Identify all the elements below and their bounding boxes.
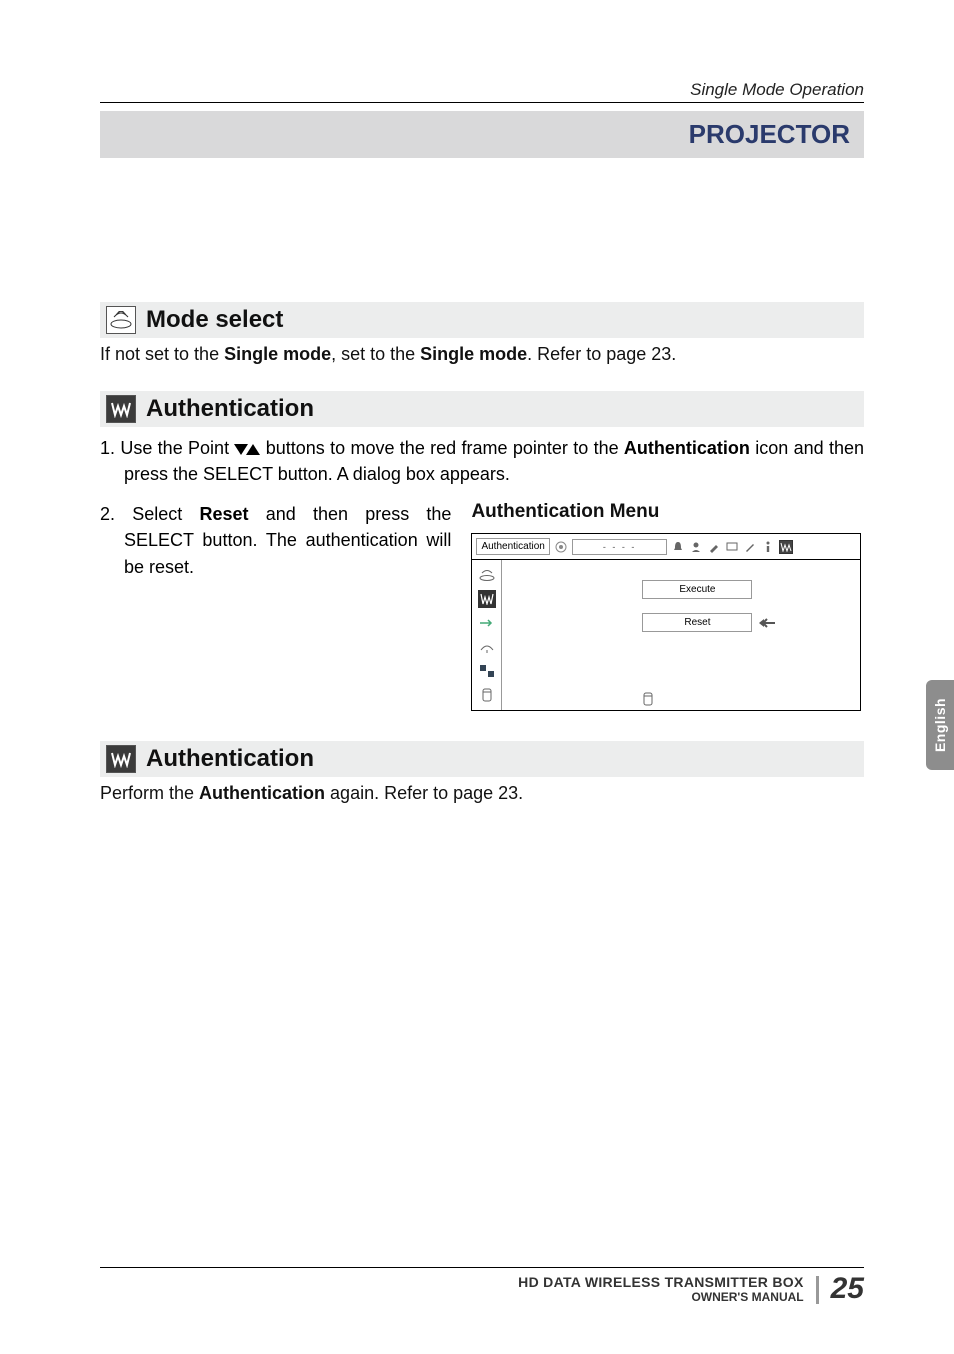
section-authentication-2: Authentication <box>100 741 864 777</box>
mode-select-icon <box>106 306 136 334</box>
screen-icon <box>725 540 739 554</box>
language-tab-label: English <box>932 698 948 752</box>
page-title-bar: PROJECTOR <box>100 111 864 158</box>
side-dish-icon <box>478 638 496 656</box>
mode-select-text: If not set to the Single mode, set to th… <box>100 342 864 367</box>
w-small-icon <box>779 540 793 554</box>
authentication-2-text: Perform the Authentication again. Refer … <box>100 781 864 806</box>
reset-button[interactable]: Reset <box>642 613 752 632</box>
auth-menu-heading: Authentication Menu <box>471 501 864 523</box>
side-arrow-icon <box>478 614 496 632</box>
authentication-1-title: Authentication <box>146 395 314 423</box>
side-w-icon <box>478 590 496 608</box>
signal-icon <box>554 540 568 554</box>
pen-icon <box>743 540 757 554</box>
side-quit-icon <box>478 686 496 704</box>
language-tab: English <box>926 680 954 770</box>
user-icon <box>689 540 703 554</box>
side-mode-icon <box>478 566 496 584</box>
execute-button[interactable]: Execute <box>642 580 752 599</box>
auth-menu-screenshot: Authentication - - - - <box>471 533 861 711</box>
bell-icon <box>671 540 685 554</box>
auth-menu-sidebar <box>472 560 502 710</box>
section-authentication-1: Authentication <box>100 391 864 427</box>
w-icon <box>106 395 136 423</box>
footer-manual: OWNER'S MANUAL <box>691 1290 803 1304</box>
quit-small-icon <box>642 692 656 706</box>
auth-menu-topbar: Authentication - - - - <box>472 534 860 560</box>
footer: HD DATA WIRELESS TRANSMITTER BOX OWNER'S… <box>100 1267 864 1304</box>
page-number: 25 <box>831 1274 864 1304</box>
pointer-left-icon <box>758 616 776 630</box>
auth-step-2: 2. Select Reset and then press the SELEC… <box>100 501 451 579</box>
w-icon-2 <box>106 745 136 773</box>
auth-menu-topbar-label: Authentication <box>476 538 549 555</box>
section-mode-select: Mode select <box>100 302 864 338</box>
auth-menu-dashes: - - - - <box>572 539 668 555</box>
info-icon <box>761 540 775 554</box>
side-puzzle-icon <box>478 662 496 680</box>
triangle-up-icon <box>246 444 260 455</box>
footer-product: HD DATA WIRELESS TRANSMITTER BOX <box>518 1274 803 1290</box>
authentication-2-title: Authentication <box>146 745 314 773</box>
auth-step-1: 1. Use the Point buttons to move the red… <box>100 435 864 487</box>
tool-icon <box>707 540 721 554</box>
mode-select-title: Mode select <box>146 306 283 334</box>
breadcrumb: Single Mode Operation <box>100 80 864 100</box>
footer-divider <box>816 1276 819 1304</box>
